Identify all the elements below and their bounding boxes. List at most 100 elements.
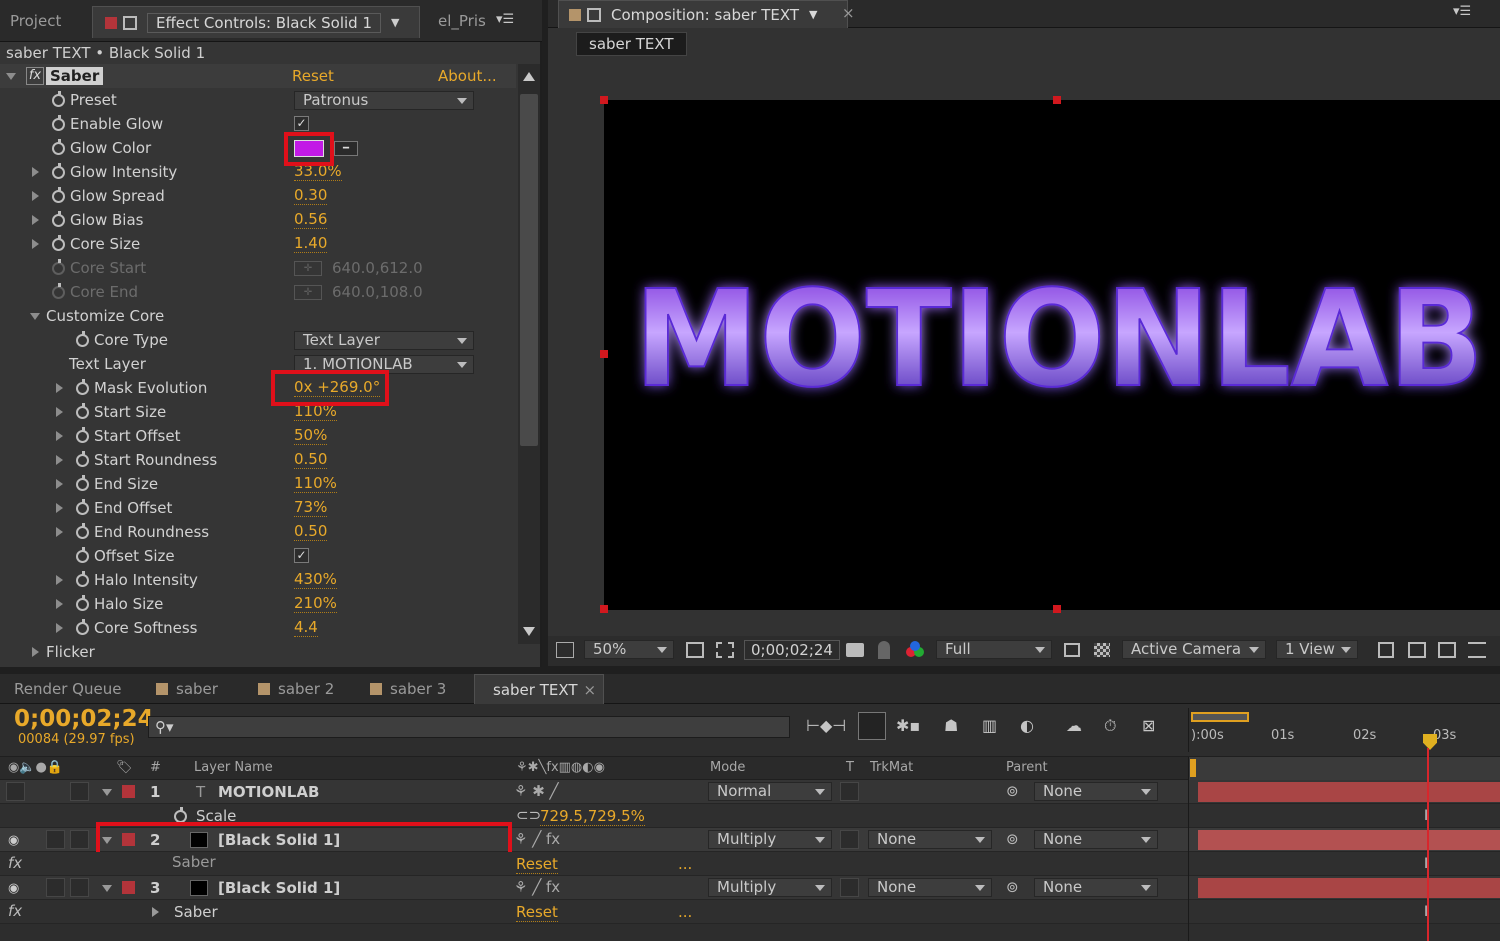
trkmat-dropdown[interactable]: None (868, 878, 992, 897)
core-softness-value[interactable]: 4.4 (294, 619, 318, 637)
expand-triangle-icon[interactable] (32, 167, 39, 177)
layer-switches-icon[interactable]: ⚘ ╱ fx (514, 878, 560, 896)
pickwhip-icon[interactable]: ⊚ (1006, 830, 1019, 848)
transform-handle[interactable] (600, 605, 608, 613)
expand-triangle-icon[interactable] (56, 407, 63, 417)
stopwatch-icon[interactable] (76, 499, 89, 515)
effect-about-link[interactable]: About... (438, 67, 497, 85)
effect-reset-link[interactable]: Reset (516, 855, 558, 874)
expand-triangle-icon[interactable] (56, 455, 63, 465)
mode-dropdown[interactable]: Multiply (708, 878, 832, 897)
stopwatch-icon[interactable] (52, 139, 65, 155)
fast-previews-icon[interactable] (1408, 642, 1426, 658)
scale-value[interactable]: 729.5,729.5% (540, 807, 645, 826)
current-time-indicator[interactable] (1427, 748, 1429, 941)
layer-duration-bar[interactable] (1198, 878, 1500, 898)
tab-dropdown-icon[interactable]: ▼ (809, 8, 817, 21)
expand-triangle-icon[interactable] (30, 313, 40, 320)
mask-visibility-icon[interactable] (716, 642, 734, 658)
shy-switch-icon[interactable]: ⚘ ✱ ╱ (514, 782, 559, 800)
preserve-transparency-toggle[interactable] (840, 782, 859, 801)
expand-triangle-icon[interactable] (32, 191, 39, 201)
parent-dropdown[interactable]: None (1034, 782, 1158, 801)
effect-reset-link[interactable]: Reset (292, 67, 334, 85)
layer-duration-bar[interactable] (1198, 782, 1500, 802)
start-offset-value[interactable]: 50% (294, 427, 328, 445)
stopwatch-icon[interactable] (76, 403, 89, 419)
stopwatch-icon[interactable] (52, 235, 65, 251)
group-customize-core[interactable]: Customize Core (0, 304, 516, 328)
transparency-grid-icon[interactable] (1094, 643, 1110, 657)
glow-spread-value[interactable]: 0.30 (294, 187, 328, 205)
tab-el-pris[interactable]: el_Pris (428, 0, 498, 41)
stopwatch-icon[interactable] (76, 595, 89, 611)
tab-effect-controls[interactable]: Effect Controls: Black Solid 1 ▼ (92, 6, 420, 38)
preserve-transparency-toggle[interactable] (840, 878, 859, 897)
stopwatch-icon[interactable] (52, 211, 65, 227)
end-offset-value[interactable]: 73% (294, 499, 328, 517)
expand-triangle-icon[interactable] (152, 907, 159, 917)
stopwatch-icon[interactable] (76, 523, 89, 539)
motion-blur-icon[interactable]: ◐ (1020, 716, 1034, 735)
solo-toggle[interactable] (46, 830, 65, 849)
stopwatch-icon[interactable] (76, 451, 89, 467)
parent-dropdown[interactable]: None (1034, 830, 1158, 849)
comp-link-icon[interactable] (587, 7, 601, 22)
tab-saber-3[interactable]: saber 3 (360, 674, 464, 703)
enable-glow-checkbox[interactable]: ✓ (294, 116, 309, 131)
stopwatch-icon[interactable] (76, 619, 89, 635)
expand-triangle-icon[interactable] (32, 647, 39, 657)
draft-3d-icon[interactable]: ✱▪ (896, 716, 920, 735)
panel-menu-icon[interactable]: ▾☰ (1453, 4, 1471, 19)
halo-size-value[interactable]: 210% (294, 595, 337, 613)
parent-dropdown[interactable]: None (1034, 878, 1158, 897)
eyedropper-icon[interactable]: ━ (334, 141, 358, 156)
preserve-transparency-toggle[interactable] (840, 830, 859, 849)
flowchart-icon[interactable] (1468, 642, 1486, 658)
view-layout-dropdown[interactable]: 1 View (1276, 640, 1358, 659)
scroll-down-icon[interactable] (523, 627, 535, 636)
trkmat-dropdown[interactable]: None (868, 830, 992, 849)
effect-more-link[interactable]: ... (678, 903, 692, 921)
playhead-handle[interactable] (1423, 734, 1437, 750)
transform-handle[interactable] (1053, 605, 1061, 613)
timeline-search-input[interactable]: ⚲▾ (148, 716, 790, 738)
stopwatch-icon[interactable] (52, 163, 65, 179)
layer-duration-bar[interactable] (1198, 830, 1500, 850)
expand-triangle-icon[interactable] (32, 215, 39, 225)
effect-name[interactable]: Saber (46, 67, 104, 85)
stopwatch-icon[interactable] (76, 379, 89, 395)
glow-bias-value[interactable]: 0.56 (294, 211, 328, 229)
fx-icon[interactable]: fx (26, 67, 44, 85)
effect-controls-link-icon[interactable] (123, 15, 137, 30)
effect-more-link[interactable]: ... (678, 855, 692, 873)
layer-row[interactable]: ◉ 3 [Black Solid 1] ⚘ ╱ fx Multiply None… (0, 876, 1500, 900)
comp-mini-flowchart-icon[interactable]: ⊢◆⊣ (806, 716, 846, 735)
video-toggle[interactable] (6, 782, 25, 801)
camera-dropdown[interactable]: Active Camera (1122, 640, 1266, 659)
layer-label-color[interactable] (122, 785, 135, 798)
tab-composition[interactable]: Composition: saber TEXT ▼ (558, 0, 848, 28)
effect-controls-scrollbar[interactable] (518, 64, 540, 644)
transform-handle[interactable] (600, 350, 608, 358)
comp-subtab[interactable]: saber TEXT (576, 32, 687, 56)
expand-triangle-icon[interactable] (102, 885, 112, 892)
mode-dropdown[interactable]: Multiply (708, 830, 832, 849)
expand-triangle-icon[interactable] (56, 623, 63, 633)
lock-toggle[interactable] (70, 830, 89, 849)
toggle-pixel-icon[interactable] (1378, 642, 1394, 658)
expand-triangle-icon[interactable] (32, 239, 39, 249)
pickwhip-icon[interactable]: ⊚ (1006, 878, 1019, 896)
eye-icon[interactable]: ◉ (8, 833, 19, 848)
always-preview-icon[interactable] (556, 642, 574, 658)
start-roundness-value[interactable]: 0.50 (294, 451, 328, 469)
tab-saber-2[interactable]: saber 2 (248, 674, 348, 703)
work-area-start-marker[interactable] (1190, 759, 1196, 777)
tab-project[interactable]: Project (0, 0, 86, 41)
stopwatch-icon[interactable] (76, 547, 89, 563)
comp-lock-icon[interactable] (569, 8, 581, 21)
effect-header-row[interactable]: fx Saber Reset About... (0, 64, 516, 88)
show-snapshot-icon[interactable] (878, 641, 890, 659)
timeline-toggle-icon[interactable] (1438, 642, 1456, 658)
comp-viewer[interactable]: MOTIONLAB (604, 100, 1500, 610)
